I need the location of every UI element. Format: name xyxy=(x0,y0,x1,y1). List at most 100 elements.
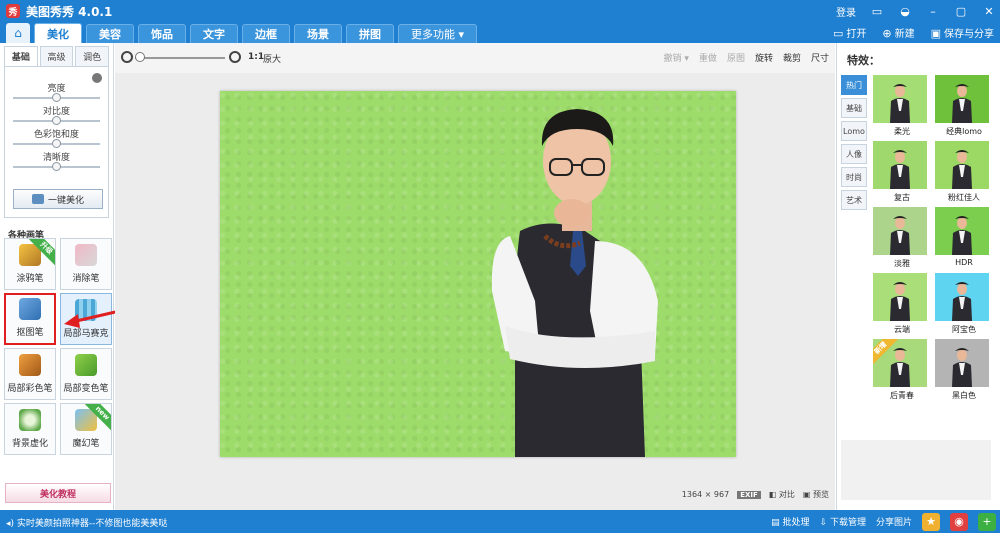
redo-button[interactable]: 重做 xyxy=(699,51,717,64)
contrast-thumb[interactable] xyxy=(51,116,61,125)
tab-more-features[interactable]: 更多功能 ▾ xyxy=(398,24,478,43)
home-icon[interactable]: ⌂ xyxy=(6,23,30,43)
category-portrait[interactable]: 人像 xyxy=(841,144,867,164)
saturation-slider[interactable] xyxy=(13,137,100,150)
subtab-color[interactable]: 调色 xyxy=(75,46,110,66)
effect-thumbnail[interactable] xyxy=(935,75,989,123)
local-recolor-pen-button[interactable]: 局部变色笔 xyxy=(60,348,112,400)
compare-button[interactable]: ◧ 对比 xyxy=(769,489,795,500)
brightness-thumb[interactable] xyxy=(51,93,61,102)
contrast-slider[interactable] xyxy=(13,114,100,127)
effect-item[interactable]: 淡雅 xyxy=(873,207,931,269)
zoom-out-icon[interactable] xyxy=(121,51,133,63)
effect-item[interactable]: 柔光 xyxy=(873,75,931,137)
tab-collage[interactable]: 拼图 xyxy=(346,24,394,43)
contrast-label: 对比度 xyxy=(42,107,70,117)
effect-figure xyxy=(890,216,910,255)
preview-label: 预览 xyxy=(813,490,829,499)
background-blur-button[interactable]: 背景虚化 xyxy=(4,403,56,455)
save-share-button[interactable]: ▣ 保存与分享 xyxy=(931,25,994,40)
add-icon[interactable]: + xyxy=(978,512,996,531)
original-size-label[interactable]: 原大 xyxy=(263,52,281,65)
download-manager-button[interactable]: ⇩ 下载管理 xyxy=(820,515,866,528)
effect-thumbnail[interactable] xyxy=(873,75,927,123)
star-icon[interactable]: ★ xyxy=(922,512,940,531)
photo-canvas[interactable] xyxy=(220,91,736,457)
skin-icon[interactable]: ◒ xyxy=(898,5,912,18)
effect-item[interactable]: 粉红佳人 xyxy=(935,141,993,203)
promo-link[interactable]: ◂) 实时美颜拍照神器--不修图也能美美哒 xyxy=(6,516,167,529)
crop-button[interactable]: 裁剪 xyxy=(783,51,801,64)
effect-item[interactable]: 新增 后青春 xyxy=(873,339,931,401)
subtab-advanced[interactable]: 高级 xyxy=(39,46,74,66)
weibo-icon[interactable]: ◉ xyxy=(950,512,968,531)
tab-text[interactable]: 文字 xyxy=(190,24,238,43)
effect-item[interactable]: 复古 xyxy=(873,141,931,203)
eraser-pen-button[interactable]: 消除笔 xyxy=(60,238,112,290)
category-basic[interactable]: 基础 xyxy=(841,98,867,118)
category-hot[interactable]: 热门 xyxy=(841,75,867,95)
tab-beauty[interactable]: 美容 xyxy=(86,24,134,43)
cutout-pen-button[interactable]: 抠图笔 xyxy=(4,293,56,345)
preview-button[interactable]: ▣ 预览 xyxy=(803,489,829,500)
reset-icon[interactable] xyxy=(92,73,102,83)
local-color-pen-button[interactable]: 局部彩色笔 xyxy=(4,348,56,400)
sharpness-thumb[interactable] xyxy=(51,162,61,171)
tab-beautify[interactable]: 美化 xyxy=(34,23,82,43)
zoom-thumb[interactable] xyxy=(135,52,145,62)
effect-item[interactable]: 云端 xyxy=(873,273,931,335)
one-key-beautify-button[interactable]: 一键美化 xyxy=(13,189,103,209)
effect-figure xyxy=(952,216,972,255)
effect-thumbnail[interactable] xyxy=(873,273,927,321)
category-fashion[interactable]: 时尚 xyxy=(841,167,867,187)
actual-size-button[interactable]: 1:1 xyxy=(248,52,264,62)
effect-thumbnail[interactable] xyxy=(935,207,989,255)
effect-thumbnail[interactable] xyxy=(873,141,927,189)
batch-label: 批处理 xyxy=(782,518,810,528)
batch-button[interactable]: ▤ 批处理 xyxy=(771,515,809,528)
exif-badge[interactable]: EXIF xyxy=(737,490,761,499)
undo-button[interactable]: 撤销 ▾ xyxy=(664,51,689,64)
sharpness-label: 清晰度 xyxy=(42,153,70,163)
resize-button[interactable]: 尺寸 xyxy=(811,51,829,64)
maximize-icon[interactable]: ▢ xyxy=(954,5,968,18)
zoom-in-icon[interactable] xyxy=(229,51,241,63)
effect-thumbnail[interactable] xyxy=(935,339,989,387)
close-icon[interactable]: ✕ xyxy=(982,5,996,18)
open-button[interactable]: ▭ 打开 xyxy=(833,25,866,40)
tab-frame[interactable]: 边框 xyxy=(242,24,290,43)
saturation-thumb[interactable] xyxy=(51,139,61,148)
original-image-button[interactable]: 原图 xyxy=(727,51,745,64)
magic-pen-button[interactable]: 魔幻笔 new xyxy=(60,403,112,455)
effect-figure xyxy=(890,282,910,321)
new-button[interactable]: ⊕ 新建 xyxy=(882,25,914,40)
paint-bucket-icon xyxy=(75,354,97,376)
category-lomo[interactable]: Lomo xyxy=(841,121,867,141)
subtab-basic[interactable]: 基础 xyxy=(4,46,38,66)
effect-item[interactable]: 经典lomo xyxy=(935,75,993,137)
tab-accessories[interactable]: 饰品 xyxy=(138,24,186,43)
rotate-button[interactable]: 旋转 xyxy=(755,51,773,64)
effect-thumbnail[interactable]: 新增 xyxy=(873,339,927,387)
beautify-tutorial-button[interactable]: 美化教程 xyxy=(5,483,111,503)
effect-thumbnail[interactable] xyxy=(873,207,927,255)
effect-thumbnail[interactable] xyxy=(935,141,989,189)
zoom-slider[interactable] xyxy=(135,57,225,59)
category-art[interactable]: 艺术 xyxy=(841,190,867,210)
effect-item[interactable]: 阿宝色 xyxy=(935,273,993,335)
share-image-button[interactable]: 分享图片 xyxy=(876,515,912,528)
tab-scene[interactable]: 场景 xyxy=(294,24,342,43)
effect-thumbnail[interactable] xyxy=(935,273,989,321)
effect-item[interactable]: 黑白色 xyxy=(935,339,993,401)
login-link[interactable]: 登录 xyxy=(836,4,856,19)
doodle-pen-button[interactable]: 涂鸦笔 升级 xyxy=(4,238,56,290)
message-icon[interactable]: ▭ xyxy=(870,5,884,18)
minimize-icon[interactable]: – xyxy=(926,5,940,18)
one-key-label: 一键美化 xyxy=(47,195,84,206)
local-recolor-pen-label: 局部变色笔 xyxy=(63,384,109,394)
sharpness-slider[interactable] xyxy=(13,160,100,173)
eraser-icon xyxy=(75,244,97,266)
brightness-slider[interactable] xyxy=(13,91,100,104)
color-brush-icon xyxy=(19,354,41,376)
effect-item[interactable]: HDR xyxy=(935,207,993,267)
